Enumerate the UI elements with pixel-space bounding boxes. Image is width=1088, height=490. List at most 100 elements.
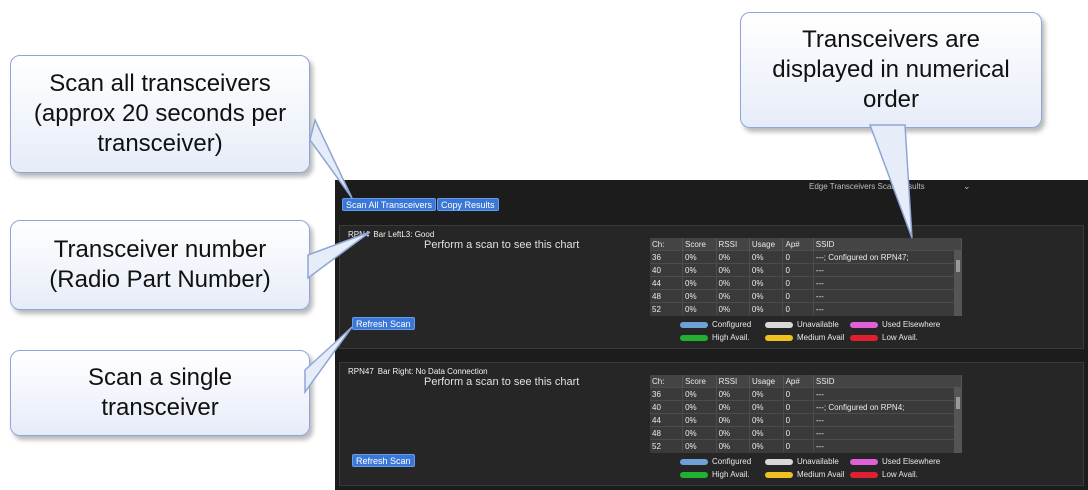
- cell-ap: 0: [782, 302, 814, 315]
- column-header: Ap#: [782, 238, 814, 251]
- legend-unavailable: Unavailable: [765, 457, 839, 466]
- legend-swatch: [680, 471, 708, 478]
- cell-score: 0%: [682, 439, 717, 452]
- transceiver-status: Bar LeftL3: Good: [373, 230, 435, 239]
- legend-swatch: [765, 321, 793, 328]
- cell-usage: 0%: [749, 276, 784, 290]
- legend-swatch: [680, 321, 708, 328]
- cell-channel: 48: [650, 426, 684, 440]
- cell-usage: 0%: [749, 302, 784, 315]
- cell-ssid: ---: [813, 439, 962, 452]
- table-row[interactable]: 52 0% 0% 0% 0 ---: [650, 302, 962, 315]
- cell-score: 0%: [682, 413, 717, 427]
- chevron-down-icon[interactable]: ⌄: [963, 181, 971, 192]
- cell-channel: 36: [650, 387, 684, 401]
- legend-configured: Configured: [680, 320, 751, 329]
- callout-scan-all-text: Scan all transceivers (approx 20 seconds…: [33, 70, 287, 157]
- cell-channel: 40: [650, 400, 684, 414]
- legend-swatch: [850, 458, 878, 465]
- column-header: Usage: [749, 238, 784, 251]
- table-row[interactable]: 48 0% 0% 0% 0 ---: [650, 426, 962, 440]
- legend-swatch: [765, 334, 793, 341]
- callout-numerical-order-text: Transceivers are displayed in numerical …: [772, 26, 1010, 113]
- cell-rssi: 0%: [716, 426, 750, 440]
- table-row[interactable]: 36 0% 0% 0% 0 ---; Configured on RPN47;: [650, 250, 962, 264]
- scrollbar-thumb[interactable]: [956, 397, 960, 409]
- cell-usage: 0%: [749, 439, 784, 452]
- scan-all-button[interactable]: Scan All Transceivers: [342, 198, 437, 211]
- legend-label: Unavailable: [797, 457, 839, 466]
- legend-label: Medium Avail: [797, 470, 845, 479]
- table-scrollbar[interactable]: [954, 387, 962, 453]
- transceiver-rpn: RPN47: [348, 367, 374, 376]
- legend-used-elsewhere: Used Elsewhere: [850, 320, 940, 329]
- cell-usage: 0%: [749, 426, 784, 440]
- table-row[interactable]: 40 0% 0% 0% 0 ---: [650, 263, 962, 277]
- refresh-scan-button[interactable]: Refresh Scan: [352, 317, 415, 330]
- table-header-row: Ch: Score RSSI Usage Ap# SSID: [650, 375, 962, 388]
- cell-rssi: 0%: [716, 302, 750, 315]
- callout-numerical-order: Transceivers are displayed in numerical …: [740, 12, 1042, 128]
- cell-channel: 48: [650, 289, 684, 303]
- chart-placeholder: Perform a scan to see this chart: [424, 376, 580, 388]
- table-row[interactable]: 40 0% 0% 0% 0 ---; Configured on RPN4;: [650, 400, 962, 414]
- cell-ssid: ---: [813, 289, 962, 303]
- cell-ap: 0: [783, 413, 814, 427]
- cell-ssid: ---: [813, 387, 962, 401]
- callout-transceiver-number-text: Transceiver number (Radio Part Number): [49, 236, 271, 293]
- transceiver-panel-rpn47: RPN47 Bar Right: No Data Connection Perfo…: [339, 362, 1084, 486]
- scan-table-container: Ch: Score RSSI Usage Ap# SSID 36 0% 0% 0% 0-…: [650, 375, 962, 453]
- refresh-scan-button[interactable]: Refresh Scan: [352, 454, 415, 467]
- table-scrollbar[interactable]: [954, 250, 962, 316]
- column-header: Usage: [749, 375, 784, 388]
- column-header: RSSI: [716, 238, 750, 251]
- table-row[interactable]: 44 0% 0% 0% 0 ---: [650, 276, 962, 290]
- transceiver-header: RPN47 Bar Right: No Data Connection: [348, 367, 488, 376]
- scrollbar-thumb[interactable]: [956, 260, 960, 272]
- legend-low-avail: Low Avail.: [850, 333, 918, 342]
- column-header: SSID: [813, 238, 962, 251]
- legend-high-avail: High Avail.: [680, 333, 750, 342]
- cell-rssi: 0%: [716, 387, 750, 401]
- table-row[interactable]: 52 0% 0% 0% 0 ---: [650, 439, 962, 452]
- legend-label: Unavailable: [797, 320, 839, 329]
- scan-table-container: Ch: Score RSSI Usage Ap# SSID 36 0% 0% 0% 0-…: [650, 238, 962, 316]
- cell-ssid: ---: [813, 263, 962, 277]
- cell-ssid: ---: [813, 276, 962, 290]
- cell-rssi: 0%: [716, 439, 750, 452]
- cell-ap: 0: [783, 439, 814, 452]
- transceiver-header: RPN4 Bar LeftL3: Good: [348, 230, 434, 239]
- cell-score: 0%: [682, 387, 717, 401]
- cell-channel: 40: [650, 263, 684, 277]
- window-title: Edge Transceivers Scan Results: [809, 182, 925, 191]
- legend-label: Configured: [712, 457, 752, 466]
- cell-ssid: ---: [813, 413, 962, 427]
- legend-swatch: [850, 321, 878, 328]
- scan-table: Ch: Score RSSI Usage Ap# SSID 36 0% 0% 0% 0-…: [650, 238, 962, 315]
- legend-label: Used Elsewhere: [882, 457, 941, 466]
- column-header: Ch:: [650, 375, 684, 388]
- cell-rssi: 0%: [716, 413, 750, 427]
- column-header: SSID: [813, 375, 962, 388]
- table-row[interactable]: 44 0% 0% 0% 0 ---: [650, 413, 962, 427]
- table-row[interactable]: 48 0% 0% 0% 0 ---: [650, 289, 962, 303]
- legend-configured: Configured: [680, 457, 751, 466]
- copy-results-button[interactable]: Copy Results: [437, 198, 499, 211]
- legend-medium-avail: Medium Avail: [765, 470, 844, 479]
- legend-swatch: [765, 471, 793, 478]
- cell-score: 0%: [682, 289, 717, 303]
- cell-rssi: 0%: [716, 289, 750, 303]
- legend-used-elsewhere: Used Elsewhere: [850, 457, 940, 466]
- transceiver-status: Bar Right: No Data Connection: [377, 367, 488, 376]
- cell-usage: 0%: [749, 413, 784, 427]
- cell-rssi: 0%: [716, 400, 750, 414]
- column-header: Ap#: [783, 375, 814, 388]
- table-row[interactable]: 36 0% 0% 0% 0 ---: [650, 387, 962, 401]
- transceiver-panel-rpn4: RPN4 Bar LeftL3: Good Perform a scan to s…: [339, 225, 1084, 349]
- callout-scan-single: Scan a single transceiver: [10, 350, 310, 436]
- legend-label: Low Avail.: [882, 470, 918, 479]
- callout-transceiver-number: Transceiver number (Radio Part Number): [10, 220, 310, 310]
- cell-rssi: 0%: [716, 276, 750, 290]
- transceiver-rpn: RPN4: [348, 230, 370, 239]
- cell-score: 0%: [682, 400, 717, 414]
